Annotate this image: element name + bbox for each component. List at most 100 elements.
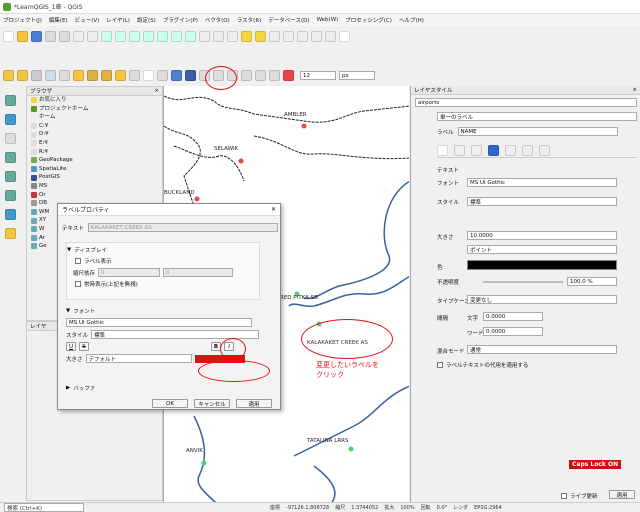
apply-button[interactable]: 適用: [236, 399, 272, 408]
magnifier-readout[interactable]: 100%: [400, 505, 414, 511]
menu-database[interactable]: データベース(D): [268, 16, 309, 24]
tab-rendering-icon[interactable]: [539, 145, 550, 156]
zoom-last-icon[interactable]: [171, 31, 182, 42]
add-wfs-icon[interactable]: [269, 70, 280, 81]
add-polygon-icon[interactable]: [5, 190, 16, 201]
layout-manager-icon[interactable]: [59, 31, 70, 42]
add-csv-icon[interactable]: [241, 70, 252, 81]
menu-web[interactable]: Web(W): [317, 17, 339, 23]
font-select[interactable]: MS UI Gothic: [467, 178, 617, 187]
change-label-properties-icon[interactable]: [115, 70, 126, 81]
pin-labels-icon[interactable]: [59, 70, 70, 81]
menu-project[interactable]: プロジェクト(J): [3, 16, 42, 24]
airport-marker[interactable]: [301, 123, 307, 129]
identify-icon[interactable]: [241, 31, 252, 42]
letter-spacing-input[interactable]: 0.0000: [483, 312, 543, 321]
dialog-close-icon[interactable]: ✕: [271, 206, 276, 213]
show-hide-labels-icon[interactable]: [73, 70, 84, 81]
zoom-in-icon[interactable]: [101, 31, 112, 42]
scale-min-field[interactable]: 0: [98, 268, 161, 277]
db-manager-icon[interactable]: [143, 70, 154, 81]
tool-icon[interactable]: [5, 133, 16, 144]
menu-processing[interactable]: プロセッシング(C): [345, 16, 392, 24]
layer-labeling-icon[interactable]: [17, 70, 28, 81]
menu-layer[interactable]: レイヤ(L): [106, 16, 130, 24]
menu-help[interactable]: ヘルプ(H): [399, 16, 424, 24]
magnet-icon[interactable]: [283, 70, 294, 81]
cancel-button[interactable]: キャンセル: [194, 399, 230, 408]
styling-apply-button[interactable]: 適用: [609, 490, 635, 499]
menu-plugins[interactable]: プラグイン(P): [163, 16, 198, 24]
airport-marker[interactable]: [194, 196, 200, 202]
menu-view[interactable]: ビュー(V): [75, 16, 100, 24]
tab-placement-icon[interactable]: [522, 145, 533, 156]
zoom-next-icon[interactable]: [185, 31, 196, 42]
browser-item[interactable]: D:¥: [31, 130, 162, 139]
browser-item[interactable]: C:¥: [31, 122, 162, 131]
tab-shadow-icon[interactable]: [505, 145, 516, 156]
menu-raster[interactable]: ラスタ(R): [237, 16, 262, 24]
airport-marker[interactable]: [348, 446, 354, 452]
select-feature-icon[interactable]: [255, 31, 266, 42]
new-map-view-icon[interactable]: [199, 31, 210, 42]
display-section-header[interactable]: ▼ ディスプレイ: [67, 246, 259, 254]
toolbox-icon[interactable]: [185, 70, 196, 81]
move-label-icon[interactable]: [87, 70, 98, 81]
add-line-icon[interactable]: [5, 171, 16, 182]
blend-select[interactable]: 通常: [467, 345, 617, 354]
case-select[interactable]: 変更なし: [467, 295, 617, 304]
statistics-icon[interactable]: [297, 31, 308, 42]
globe-icon[interactable]: [157, 70, 168, 81]
browser-item[interactable]: Or: [31, 191, 162, 200]
zoom-layer-icon[interactable]: [157, 31, 168, 42]
tab-text-icon[interactable]: [437, 145, 448, 156]
rotation-readout[interactable]: 0.0°: [437, 505, 447, 511]
label-tool-icon[interactable]: [3, 70, 14, 81]
panel-close-icon[interactable]: ×: [632, 87, 637, 93]
browser-item[interactable]: SpatiaLite: [31, 165, 162, 174]
new-project-icon[interactable]: [3, 31, 14, 42]
browser-item[interactable]: お気に入り: [31, 96, 162, 105]
size-unit-select[interactable]: ポイント: [467, 245, 617, 254]
zoom-selection-icon[interactable]: [143, 31, 154, 42]
font-section-header[interactable]: ▼ フォント: [66, 307, 260, 315]
label-field-select[interactable]: NAME: [457, 127, 618, 136]
vertex-tool-icon[interactable]: [129, 70, 140, 81]
browser-item[interactable]: GeoPackage: [31, 156, 162, 165]
highlight-pin-icon[interactable]: [31, 70, 42, 81]
browser-item[interactable]: R:¥: [31, 148, 162, 157]
temporal-icon[interactable]: [213, 31, 224, 42]
substitute-checkbox[interactable]: [437, 362, 443, 368]
render-toggle[interactable]: レンダ: [453, 504, 468, 511]
new-print-layout-icon[interactable]: [45, 31, 56, 42]
text-annotation-icon[interactable]: [339, 31, 350, 42]
snap-size-input[interactable]: 12: [300, 71, 336, 80]
menu-vector[interactable]: ベクタ(O): [205, 16, 230, 24]
vertex-icon[interactable]: [5, 95, 16, 106]
save-project-icon[interactable]: [31, 31, 42, 42]
field-calc-icon[interactable]: [283, 31, 294, 42]
add-wms-icon[interactable]: [255, 70, 266, 81]
tab-background-icon[interactable]: [488, 145, 499, 156]
layer-select[interactable]: airports: [415, 98, 637, 107]
add-point-icon[interactable]: [5, 152, 16, 163]
browser-item[interactable]: E:¥: [31, 139, 162, 148]
strikethrough-button[interactable]: S: [79, 342, 89, 351]
zoom-full-icon[interactable]: [129, 31, 140, 42]
browser-item[interactable]: ホーム: [31, 113, 162, 122]
color-button[interactable]: [467, 260, 617, 270]
rotate-label-icon[interactable]: [101, 70, 112, 81]
csv-layer-icon[interactable]: [5, 228, 16, 239]
size-select[interactable]: デフォルト: [85, 354, 192, 363]
scale-readout[interactable]: 1:3744052: [351, 505, 378, 511]
open-project-icon[interactable]: [17, 31, 28, 42]
pan-icon[interactable]: [73, 31, 84, 42]
text-field[interactable]: KALAKAKET CREEK AS: [87, 223, 278, 232]
panel-close-icon[interactable]: ×: [154, 88, 159, 94]
show-label-checkbox[interactable]: [75, 258, 81, 264]
word-spacing-input[interactable]: 0.0000: [483, 327, 543, 336]
live-update-checkbox[interactable]: [561, 493, 567, 499]
snap-unit-select[interactable]: px: [339, 71, 375, 80]
annotation-icon[interactable]: [325, 31, 336, 42]
browser-item[interactable]: MS: [31, 182, 162, 191]
